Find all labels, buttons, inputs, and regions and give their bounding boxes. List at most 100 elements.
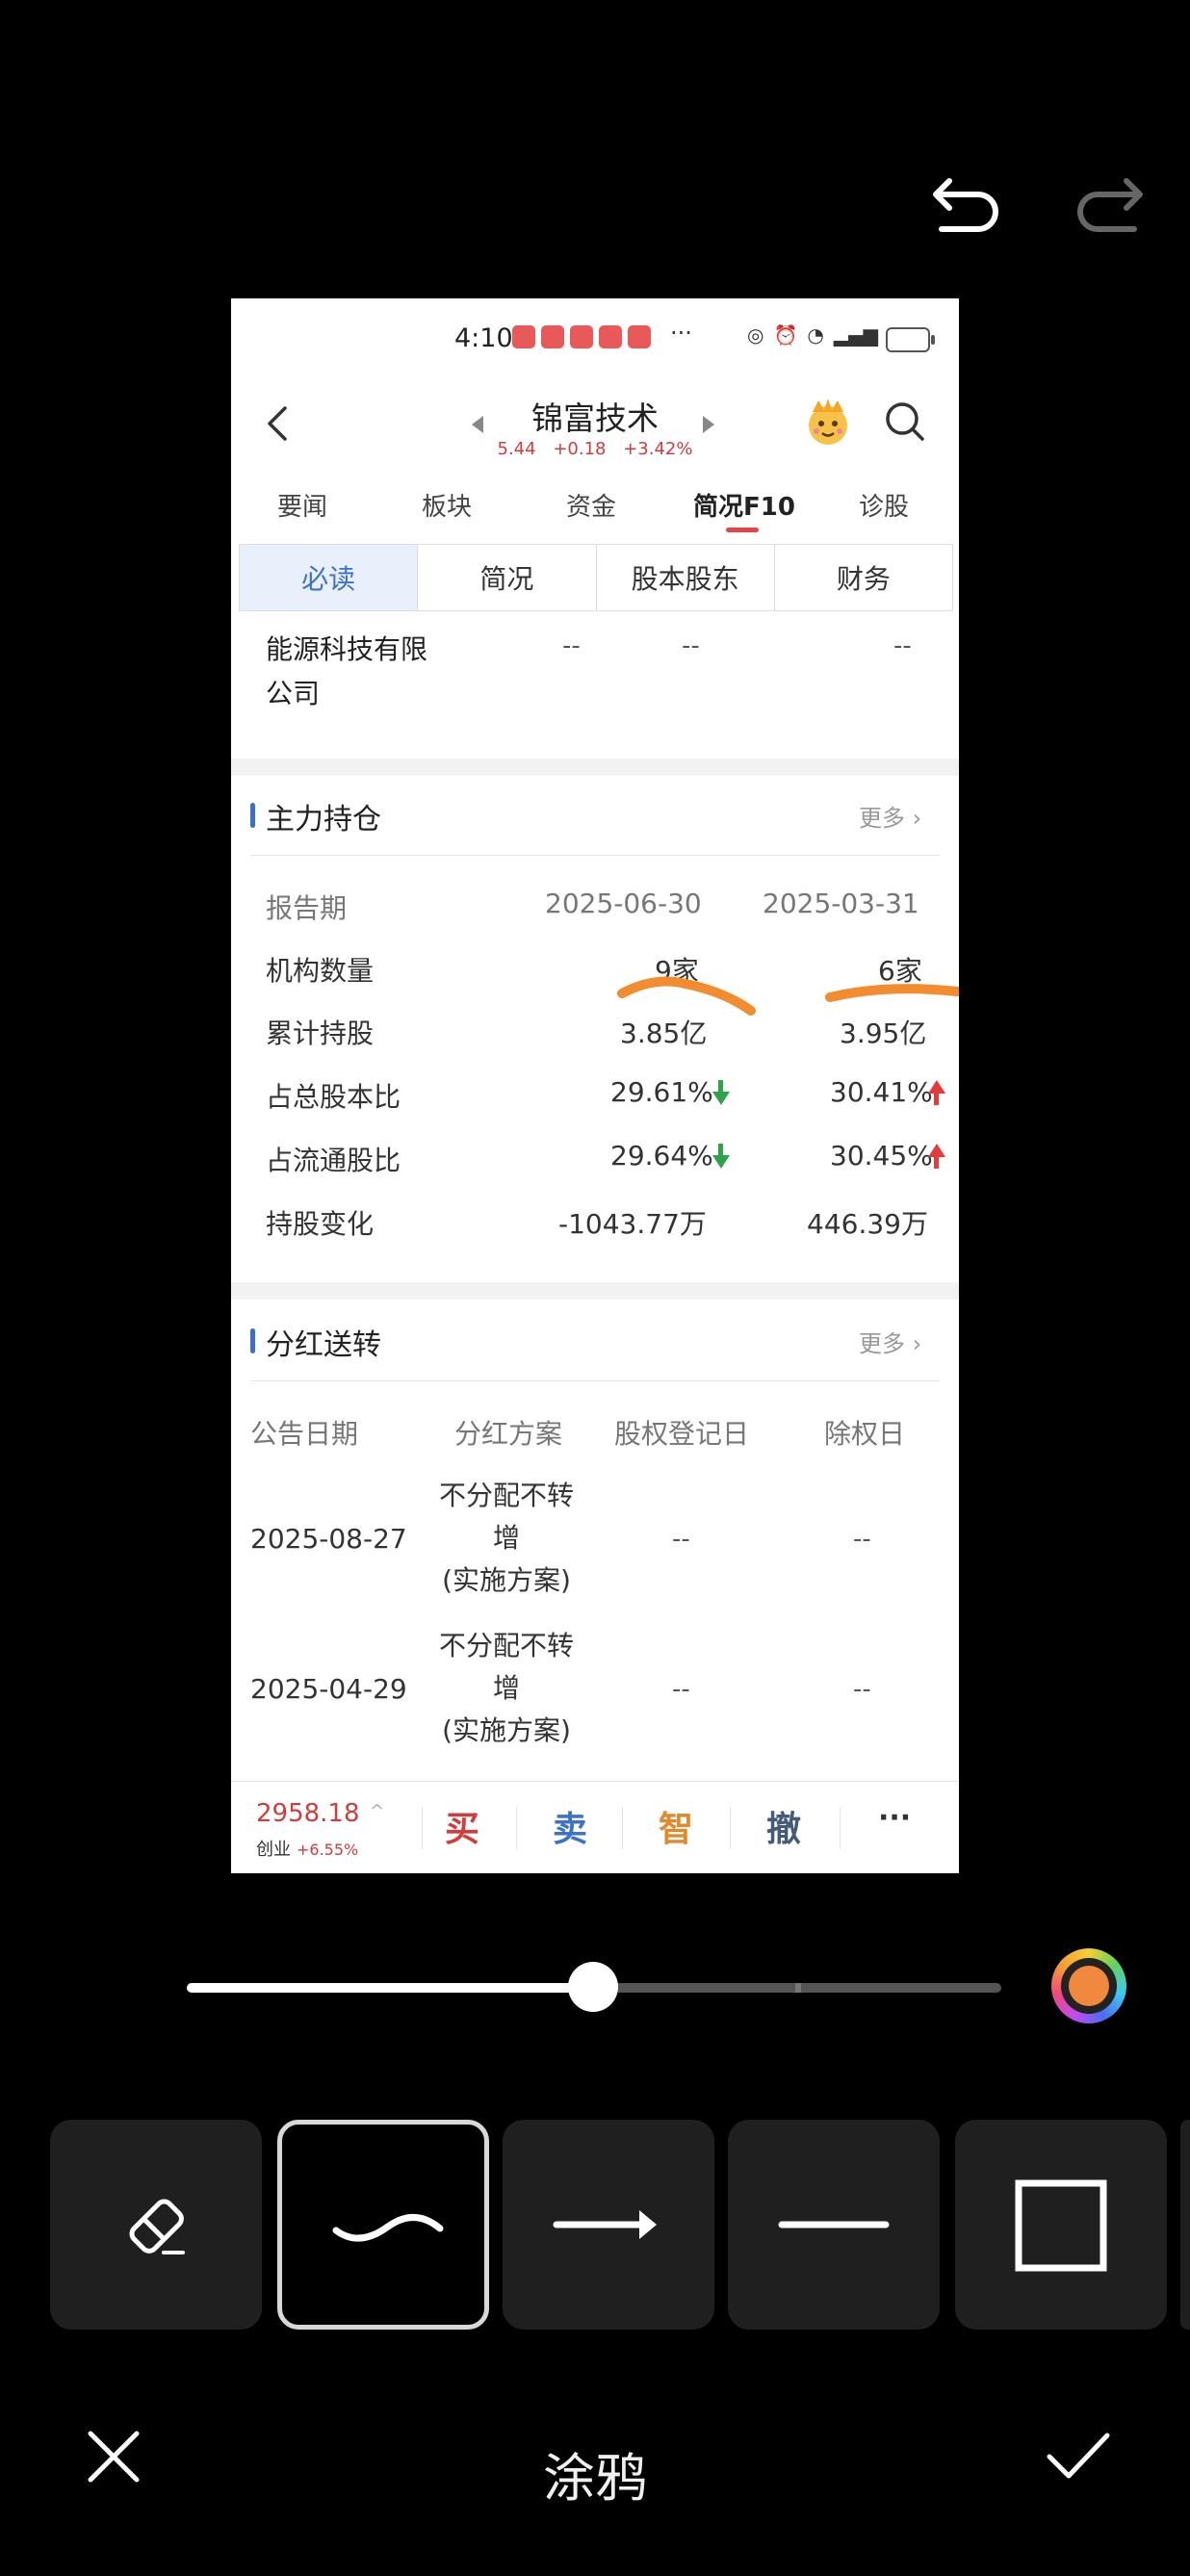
rectangle-icon — [1015, 2179, 1107, 2272]
dividend-plan: 不分配不转 增 (实施方案) — [438, 1630, 574, 1746]
company-value-1: -- — [562, 631, 581, 660]
divider — [250, 1380, 940, 1381]
tab-sectors[interactable]: 板块 — [422, 487, 472, 523]
period-col1: 2025-06-30 — [545, 888, 702, 919]
more-tools-edge[interactable] — [1180, 2120, 1190, 2330]
search-icon[interactable] — [882, 399, 928, 445]
holdings-row-label: 机构数量 — [266, 955, 375, 987]
confirm-icon[interactable] — [1046, 2428, 1111, 2486]
divider — [622, 1807, 623, 1849]
up-arrow-icon — [928, 1080, 945, 1105]
section-marker — [250, 1328, 255, 1353]
divider — [516, 1807, 517, 1849]
screenshot-canvas: 4:10 ··· ◎ ⏰ ◔ ▂▄▆ 锦富技术 5.44 +0.18 +3.42… — [231, 298, 959, 1873]
battery-icon — [886, 327, 935, 352]
eraser-icon — [129, 2199, 185, 2254]
freehand-tool-button[interactable] — [277, 2120, 489, 2330]
divider — [840, 1807, 841, 1849]
dividend-header: 股权登记日 — [614, 1418, 750, 1450]
section-gap — [231, 1282, 959, 1300]
status-time: 4:10 — [454, 323, 513, 353]
stock-price: 5.44 — [497, 439, 536, 459]
dividend-plan: 不分配不转 增 (实施方案) — [438, 1480, 574, 1596]
company-value-3: -- — [893, 631, 912, 660]
main-tabs: 要闻 板块 资金 简况F10 诊股 — [231, 481, 959, 539]
dividend-more-link[interactable]: 更多 › — [859, 1325, 921, 1358]
trade-bar: 2958.18 ^ 创业 +6.55% 买 卖 智 撤 ··· — [231, 1781, 959, 1873]
status-icons: ◎ ⏰ ◔ ▂▄▆ — [747, 323, 878, 347]
holdings-row-col2: 446.39万 — [807, 1208, 928, 1240]
subtab-must-read[interactable]: 必读 — [240, 545, 419, 610]
holdings-row-label: 持股变化 — [266, 1208, 375, 1240]
signal-icon: ▂▄▆ — [833, 323, 878, 347]
holdings-more-link[interactable]: 更多 › — [859, 799, 921, 833]
active-tab-indicator — [726, 528, 759, 532]
company-value-2: -- — [682, 631, 700, 660]
company-name: 能源科技有限 公司 — [266, 633, 428, 709]
dividend-date: 2025-08-27 — [250, 1523, 407, 1555]
holdings-row-col1: 29.64% — [610, 1140, 713, 1172]
period-col2: 2025-03-31 — [763, 888, 919, 919]
holdings-row-col2: 3.95亿 — [840, 1018, 927, 1049]
stock-header: 锦富技术 5.44 +0.18 +3.42% — [231, 375, 959, 481]
holdings-row-col1: 9家 — [655, 955, 699, 987]
selected-color-swatch — [1069, 1966, 1109, 2006]
mascot-icon[interactable] — [801, 395, 855, 449]
arrow-tool-button[interactable] — [503, 2120, 714, 2330]
holdings-row-col2: 30.45% — [830, 1140, 933, 1172]
index-value[interactable]: 2958.18 — [256, 1799, 360, 1828]
holdings-row-col1: 29.61% — [610, 1076, 713, 1108]
brush-size-fill — [187, 1983, 595, 1993]
index-name: 创业 +6.55% — [256, 1840, 359, 1860]
nfc-icon: ◎ — [747, 323, 764, 347]
dividend-reg-date: -- — [672, 1525, 690, 1554]
cancel-order-button[interactable]: 撤 — [766, 1801, 801, 1851]
eraser-tool-button[interactable] — [50, 2120, 262, 2330]
section-gap — [231, 759, 959, 776]
holdings-row-label: 占总股本比 — [266, 1081, 401, 1113]
subtab-finance[interactable]: 财务 — [775, 545, 952, 610]
holdings-row-label: 占流通股比 — [266, 1145, 401, 1176]
redo-icon[interactable] — [1076, 173, 1153, 241]
dividend-ex-date: -- — [853, 1675, 871, 1704]
holdings-row-col2: 30.41% — [830, 1076, 933, 1108]
arrow-icon — [553, 2210, 657, 2239]
next-stock-icon[interactable] — [703, 416, 714, 433]
sell-button[interactable]: 卖 — [553, 1801, 587, 1851]
line-tool-button[interactable] — [728, 2120, 940, 2330]
dividend-title: 分红送转 — [266, 1328, 381, 1362]
holdings-row-label: 累计持股 — [266, 1018, 375, 1049]
alarm-icon: ⏰ — [773, 323, 798, 347]
wifi-icon: ◔ — [807, 323, 824, 347]
notification-icons — [512, 325, 651, 348]
line-icon — [778, 2221, 890, 2228]
slider-tick — [795, 1983, 801, 1993]
tab-news[interactable]: 要闻 — [277, 487, 327, 523]
chevron-up-icon: ^ — [370, 1801, 385, 1821]
rectangle-tool-button[interactable] — [955, 2120, 1167, 2330]
divider — [250, 855, 940, 856]
up-arrow-icon — [928, 1144, 945, 1169]
subtab-profile[interactable]: 简况 — [418, 545, 597, 610]
dividend-ex-date: -- — [853, 1525, 871, 1554]
undo-icon[interactable] — [922, 173, 999, 241]
dividend-reg-date: -- — [672, 1675, 690, 1704]
holdings-row-col2: 6家 — [878, 955, 922, 987]
divider — [422, 1807, 423, 1849]
tab-f10[interactable]: 简况F10 — [693, 487, 795, 523]
more-button[interactable]: ··· — [878, 1801, 911, 1835]
divider — [730, 1807, 731, 1849]
stock-change: +0.18 — [553, 439, 607, 459]
tab-funds[interactable]: 资金 — [566, 487, 616, 523]
down-arrow-icon — [712, 1080, 730, 1105]
subtab-shareholders[interactable]: 股本股东 — [597, 545, 775, 610]
section-marker — [250, 803, 255, 828]
editor-title: 涂鸦 — [543, 2448, 647, 2509]
smart-button[interactable]: 智 — [659, 1801, 693, 1851]
holdings-row-col1: 3.85亿 — [620, 1018, 708, 1049]
freehand-icon — [332, 2214, 444, 2242]
brush-size-slider-handle[interactable] — [568, 1962, 618, 2012]
tab-diagnosis[interactable]: 诊股 — [859, 487, 909, 523]
dividend-date: 2025-04-29 — [250, 1673, 407, 1705]
buy-button[interactable]: 买 — [445, 1801, 479, 1851]
